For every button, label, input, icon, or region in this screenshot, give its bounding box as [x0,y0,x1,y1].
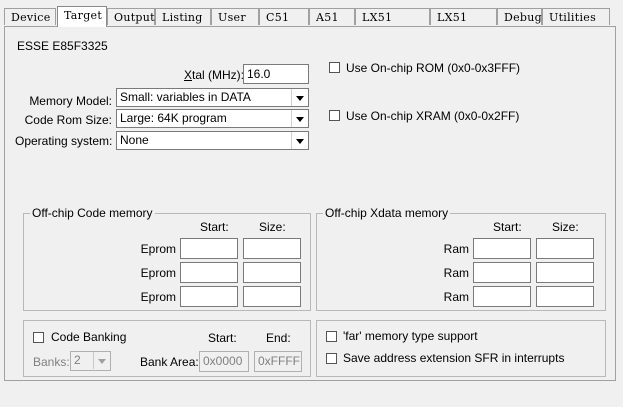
offchip-code-start-header: Start: [200,220,229,234]
offchip-xdata-group: Off-chip Xdata memory Start: Size: Ram R… [316,206,606,311]
tab-label: Listing [162,11,203,24]
code-rom-size-value: Large: 64K program [120,111,227,125]
offchip-code-title: Off-chip Code memory [30,206,155,220]
chevron-down-icon[interactable] [291,132,308,149]
eprom-start-input[interactable] [180,262,238,283]
memory-model-label: Memory Model: [29,94,112,108]
xtal-label: Xtal (MHz): [184,68,244,82]
operating-system-value: None [120,133,149,147]
banks-select[interactable]: 2 [70,351,111,371]
xtal-label-rest: tal (MHz): [192,68,245,82]
tab-target[interactable]: Target [57,6,107,27]
eprom-label: Eprom [140,266,176,280]
ram-size-input[interactable] [536,286,594,307]
ram-size-input[interactable] [536,262,594,283]
onchip-rom-checkbox[interactable] [329,62,340,73]
eprom-start-input[interactable] [180,286,238,307]
tab-label: C51 [266,11,290,24]
ram-label: Ram [443,290,469,304]
eprom-start-input[interactable] [180,238,238,259]
offchip-code-group: Off-chip Code memory Start: Size: Eprom … [23,206,311,311]
bank-area-end-input[interactable]: 0xFFFF [254,351,302,372]
offchip-xdata-size-header: Size: [552,220,579,234]
ram-start-input[interactable] [473,238,531,259]
bank-area-start-input[interactable]: 0x0000 [199,351,249,372]
tab-lx51-locate[interactable]: LX51 Locate [355,8,430,41]
device-name: ESSE E85F3325 [17,39,108,53]
banks-label: Banks: [33,355,70,369]
tab-device[interactable]: Device [4,8,56,25]
far-memory-checkbox[interactable] [326,331,337,342]
far-memory-label: 'far' memory type support [343,329,478,343]
target-panel: ESSE E85F3325 Xtal (MHz): 16.0 Memory Mo… [4,26,616,381]
tab-a51[interactable]: A51 [309,8,355,25]
operating-system-label: Operating system: [15,134,113,148]
bank-area-end-header: End: [266,331,291,345]
tab-label: Target [64,9,103,22]
tab-utilities[interactable]: Utilities [542,8,610,25]
code-banking-group: Code Banking Start: End: Banks: 2 Bank A… [23,320,311,377]
tab-label: Debug [504,11,542,24]
banks-value: 2 [74,353,81,367]
save-addr-ext-checkbox[interactable] [326,353,337,364]
code-rom-size-select[interactable]: Large: 64K program [116,109,309,128]
code-rom-size-label: Code Rom Size: [24,113,112,127]
ram-start-input[interactable] [473,286,531,307]
tab-lx51-misc[interactable]: LX51 Misc [430,8,497,41]
code-banking-checkbox[interactable] [33,332,44,343]
ram-label: Ram [443,266,469,280]
tab-label: User [218,11,246,24]
eprom-size-input[interactable] [243,262,301,283]
offchip-code-size-header: Size: [259,220,286,234]
chevron-down-icon[interactable] [93,352,110,369]
eprom-label: Eprom [140,290,176,304]
onchip-xram-label: Use On-chip XRAM (0x0-0x2FF) [346,109,520,123]
ram-label: Ram [443,242,469,256]
chevron-down-icon[interactable] [291,110,308,127]
eprom-size-input[interactable] [243,238,301,259]
tab-label: Utilities [549,11,597,24]
bank-area-start-header: Start: [208,331,237,345]
tab-label: A51 [316,11,339,24]
memory-model-value: Small: variables in DATA [120,90,251,104]
xtal-label-accel: X [184,68,193,82]
ram-start-input[interactable] [473,262,531,283]
onchip-xram-checkbox[interactable] [329,110,340,121]
memory-options-group: 'far' memory type support Save address e… [316,320,606,377]
onchip-rom-label: Use On-chip ROM (0x0-0x3FFF) [346,61,521,75]
ram-size-input[interactable] [536,238,594,259]
save-addr-ext-label: Save address extension SFR in interrupts [343,351,565,365]
tab-user[interactable]: User [211,8,259,25]
tab-output[interactable]: Output [107,8,155,25]
operating-system-select[interactable]: None [116,131,309,150]
memory-model-select[interactable]: Small: variables in DATA [116,88,309,107]
offchip-xdata-start-header: Start: [493,220,522,234]
eprom-size-input[interactable] [243,286,301,307]
offchip-xdata-title: Off-chip Xdata memory [323,206,451,220]
eprom-label: Eprom [140,242,176,256]
tab-label: Device [11,11,51,24]
tab-c51[interactable]: C51 [259,8,309,25]
tab-strip: Device Target Output Listing User C51 A5… [4,6,616,41]
tab-debug[interactable]: Debug [497,8,542,25]
tab-listing[interactable]: Listing [155,8,211,25]
tab-label: Output [114,11,155,24]
code-banking-label: Code Banking [51,330,127,344]
xtal-input[interactable]: 16.0 [243,64,309,84]
chevron-down-icon[interactable] [291,89,308,106]
bank-area-label: Bank Area: [140,355,199,369]
